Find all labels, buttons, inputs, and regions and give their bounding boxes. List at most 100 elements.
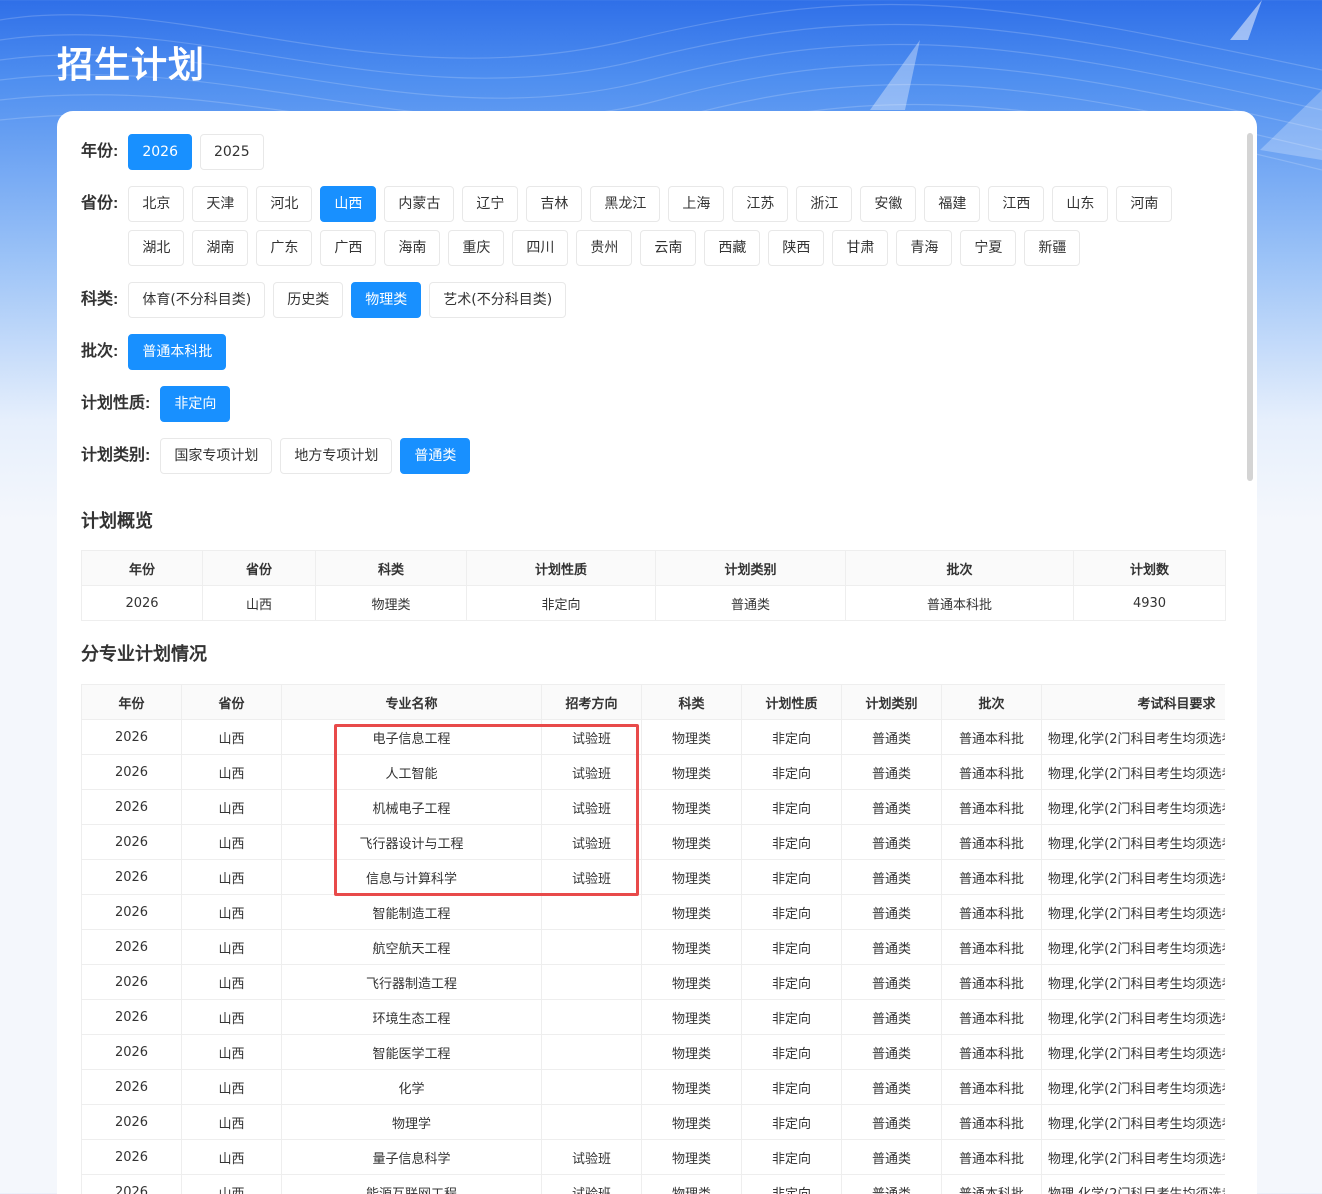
filter-province-option[interactable]: 四川 [512,230,569,266]
filter-subject-option[interactable]: 艺术(不分科目类) [429,282,567,318]
filter-category-option[interactable]: 普通类 [400,438,471,474]
filter-province-option[interactable]: 吉林 [526,186,583,222]
table-row: 2026 山西 智能医学工程 物理类 非定向 普通类 普通本科批 物理,化学(2门科目考生均须… [81,1034,1225,1070]
filter-batch: 批次: 普通本科批 [81,334,227,370]
table-row: 2026 山西 能源互联网工程 试验班 物理类 非定向 普通类 普通本科批 物理,化学(2门科目… [81,1174,1225,1194]
filter-province-options: 北京 天津 河北 山西 内蒙古 辽宁 吉林 黑龙江 上海 江苏 浙江 安徽 福建 江西 山东 河南湖北 湖南 广东… [128,186,1201,266]
filter-province-option[interactable]: 黑龙江 [590,186,661,222]
majors-cell: 山西 [181,824,282,860]
majors-cell: 非定向 [741,1034,842,1070]
page-title: 招生计划 [57,45,206,86]
filter-category-option[interactable]: 地方专项计划 [280,438,393,474]
filter-province-option[interactable]: 河南 [1116,186,1173,222]
table-row: 2026 山西 环境生态工程 物理类 非定向 普通类 普通本科批 物理,化学(2门科目考生均须… [81,999,1225,1035]
majors-cell: 试验班 [541,754,642,790]
table-row: 2026 山西 量子信息科学 试验班 物理类 非定向 普通类 普通本科批 物理,化学(2门科目考… [81,1139,1225,1175]
majors-cell: 非定向 [741,964,842,1000]
majors-cell: 普通本科批 [941,1139,1042,1175]
table-row: 2026 山西 物理学 物理类 非定向 普通类 普通本科批 物理,化学(2门科目考生均须选考) [81,1104,1225,1140]
majors-cell: 普通类 [841,754,942,790]
filter-province-option[interactable]: 北京 [128,186,185,222]
table-row: 2026 山西 飞行器制造工程 物理类 非定向 普通类 普通本科批 物理,化学(2门科目考生均… [81,964,1225,1000]
majors-cell [541,964,642,1000]
majors-header-row: 年份 省份 专业名称 招考方向 科类 计划性质 计划类别 批次 考试科目要求 [81,684,1225,720]
majors-cell: 非定向 [741,789,842,825]
majors-cell: 航空航天工程 [281,929,542,965]
filter-province-option[interactable]: 湖北 [128,230,185,266]
majors-cell: 智能医学工程 [281,1034,542,1070]
majors-cell: 普通类 [841,719,942,755]
filter-subject-label: 科类: [81,291,119,308]
majors-table-scroll[interactable]: 年份 省份 专业名称 招考方向 科类 计划性质 计划类别 批次 考试科目要求 2026 山西 电子信… [81,684,1225,1194]
filter-province-option[interactable]: 海南 [384,230,441,266]
filter-batch-option[interactable]: 普通本科批 [128,334,227,370]
filter-province-option[interactable]: 西藏 [704,230,761,266]
filter-province-option[interactable]: 青海 [896,230,953,266]
filter-province-option[interactable]: 贵州 [576,230,633,266]
filter-batch-label: 批次: [81,343,119,360]
filter-province-option[interactable]: 湖南 [192,230,249,266]
majors-cell: 2026 [81,1034,182,1070]
filter-year: 年份: 2026 2025 [81,134,264,170]
majors-cell: 普通类 [841,894,942,930]
filter-province-option[interactable]: 山西 [320,186,377,222]
filter-year-option[interactable]: 2025 [199,134,264,170]
filter-province-option[interactable]: 甘肃 [832,230,889,266]
filter-province-option[interactable]: 新疆 [1024,230,1081,266]
filter-province-option[interactable]: 陕西 [768,230,825,266]
table-row: 2026 山西 人工智能 试验班 物理类 非定向 普通类 普通本科批 物理,化学(2门科目考生均… [81,754,1225,790]
filter-year-option[interactable]: 2026 [128,134,192,170]
filter-province-option[interactable]: 重庆 [448,230,505,266]
filter-category-options: 国家专项计划 地方专项计划 普通类 [160,438,471,474]
majors-cell: 试验班 [541,789,642,825]
filter-province-option[interactable]: 广西 [320,230,377,266]
majors-header-cell: 计划类别 [841,684,942,720]
filter-province-option[interactable]: 云南 [640,230,697,266]
majors-cell: 普通类 [841,859,942,895]
filter-province-option[interactable]: 安徽 [860,186,917,222]
majors-cell: 山西 [181,1174,282,1194]
majors-cell [541,1104,642,1140]
majors-cell: 量子信息科学 [281,1139,542,1175]
filter-province-option[interactable]: 广东 [256,230,313,266]
majors-cell: 试验班 [541,824,642,860]
majors-cell: 山西 [181,789,282,825]
table-row: 2026 山西 信息与计算科学 试验班 物理类 非定向 普通类 普通本科批 物理,化学(2门科目… [81,859,1225,895]
majors-cell: 非定向 [741,929,842,965]
filter-province-option[interactable]: 河北 [256,186,313,222]
filter-subject-option[interactable]: 历史类 [273,282,344,318]
filter-category-option[interactable]: 国家专项计划 [160,438,273,474]
majors-cell: 物理,化学(2门科目考生均须选考) [1041,1034,1225,1070]
majors-cell [541,999,642,1035]
filter-province-option[interactable]: 浙江 [796,186,853,222]
filter-province-option[interactable]: 福建 [924,186,981,222]
majors-cell: 2026 [81,1139,182,1175]
filter-province-option[interactable]: 江西 [988,186,1045,222]
majors-cell: 普通本科批 [941,999,1042,1035]
majors-cell: 物理类 [641,1034,742,1070]
filter-province-option[interactable]: 天津 [192,186,249,222]
filter-province-option[interactable]: 内蒙古 [384,186,455,222]
majors-cell: 试验班 [541,1139,642,1175]
majors-cell: 物理类 [641,1069,742,1105]
filter-subject-option[interactable]: 体育(不分科目类) [128,282,266,318]
majors-cell: 物理类 [641,1139,742,1175]
main-card: 年份: 2026 2025 省份: 北京 天津 河北 山西 内蒙古 辽宁 吉林 黑龙江 上海 江苏浙… [57,111,1257,1194]
majors-cell: 物理,化学(2门科目考生均须选考) [1041,964,1225,1000]
majors-cell: 山西 [181,964,282,1000]
filter-subject-option[interactable]: 物理类 [351,282,422,318]
majors-cell: 电子信息工程 [281,719,542,755]
majors-header-cell: 招考方向 [541,684,642,720]
filter-province-option[interactable]: 上海 [668,186,725,222]
filter-province-option[interactable]: 山东 [1052,186,1109,222]
majors-cell: 物理,化学(2门科目考生均须选考) [1041,1174,1225,1194]
majors-cell: 能源互联网工程 [281,1174,542,1194]
filter-province-option[interactable]: 宁夏 [960,230,1017,266]
majors-cell: 山西 [181,1139,282,1175]
majors-cell: 山西 [181,754,282,790]
filter-nature-option[interactable]: 非定向 [160,386,231,422]
scrollbar-thumb[interactable] [1247,133,1253,481]
scrollbar[interactable] [1247,133,1253,1193]
filter-province-option[interactable]: 辽宁 [462,186,519,222]
filter-province-option[interactable]: 江苏 [732,186,789,222]
